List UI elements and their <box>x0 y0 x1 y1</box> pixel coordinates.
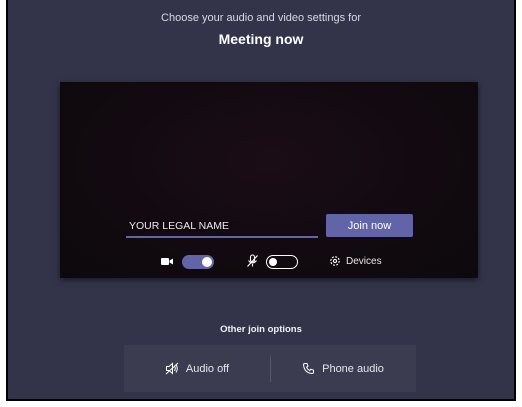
mic-toggle-knob <box>269 257 277 266</box>
join-screen: Choose your audio and video settings for… <box>6 0 516 401</box>
av-controls: Devices <box>60 250 478 274</box>
mic-off-icon <box>247 254 258 267</box>
name-input[interactable] <box>126 216 318 238</box>
phone-audio-option[interactable]: Phone audio <box>270 345 416 392</box>
camera-icon <box>161 258 173 265</box>
gear-icon[interactable] <box>328 254 342 268</box>
other-join-options: Audio off Phone audio <box>124 345 416 392</box>
camera-toggle-knob <box>202 257 212 267</box>
other-join-options-label: Other join options <box>220 324 302 335</box>
audio-off-label: Audio off <box>185 362 230 375</box>
mic-toggle[interactable] <box>266 255 298 269</box>
devices-button[interactable]: Devices <box>346 256 382 267</box>
video-preview: Join now <box>60 82 478 278</box>
join-now-button[interactable]: Join now <box>326 214 413 237</box>
audio-off-option[interactable]: Audio off <box>124 345 270 392</box>
phone-audio-label: Phone audio <box>322 362 384 375</box>
settings-subtitle: Choose your audio and video settings for <box>161 12 361 24</box>
speaker-off-icon <box>165 362 179 375</box>
phone-icon <box>303 363 315 375</box>
meeting-title: Meeting now <box>218 31 304 47</box>
camera-toggle[interactable] <box>182 255 214 269</box>
